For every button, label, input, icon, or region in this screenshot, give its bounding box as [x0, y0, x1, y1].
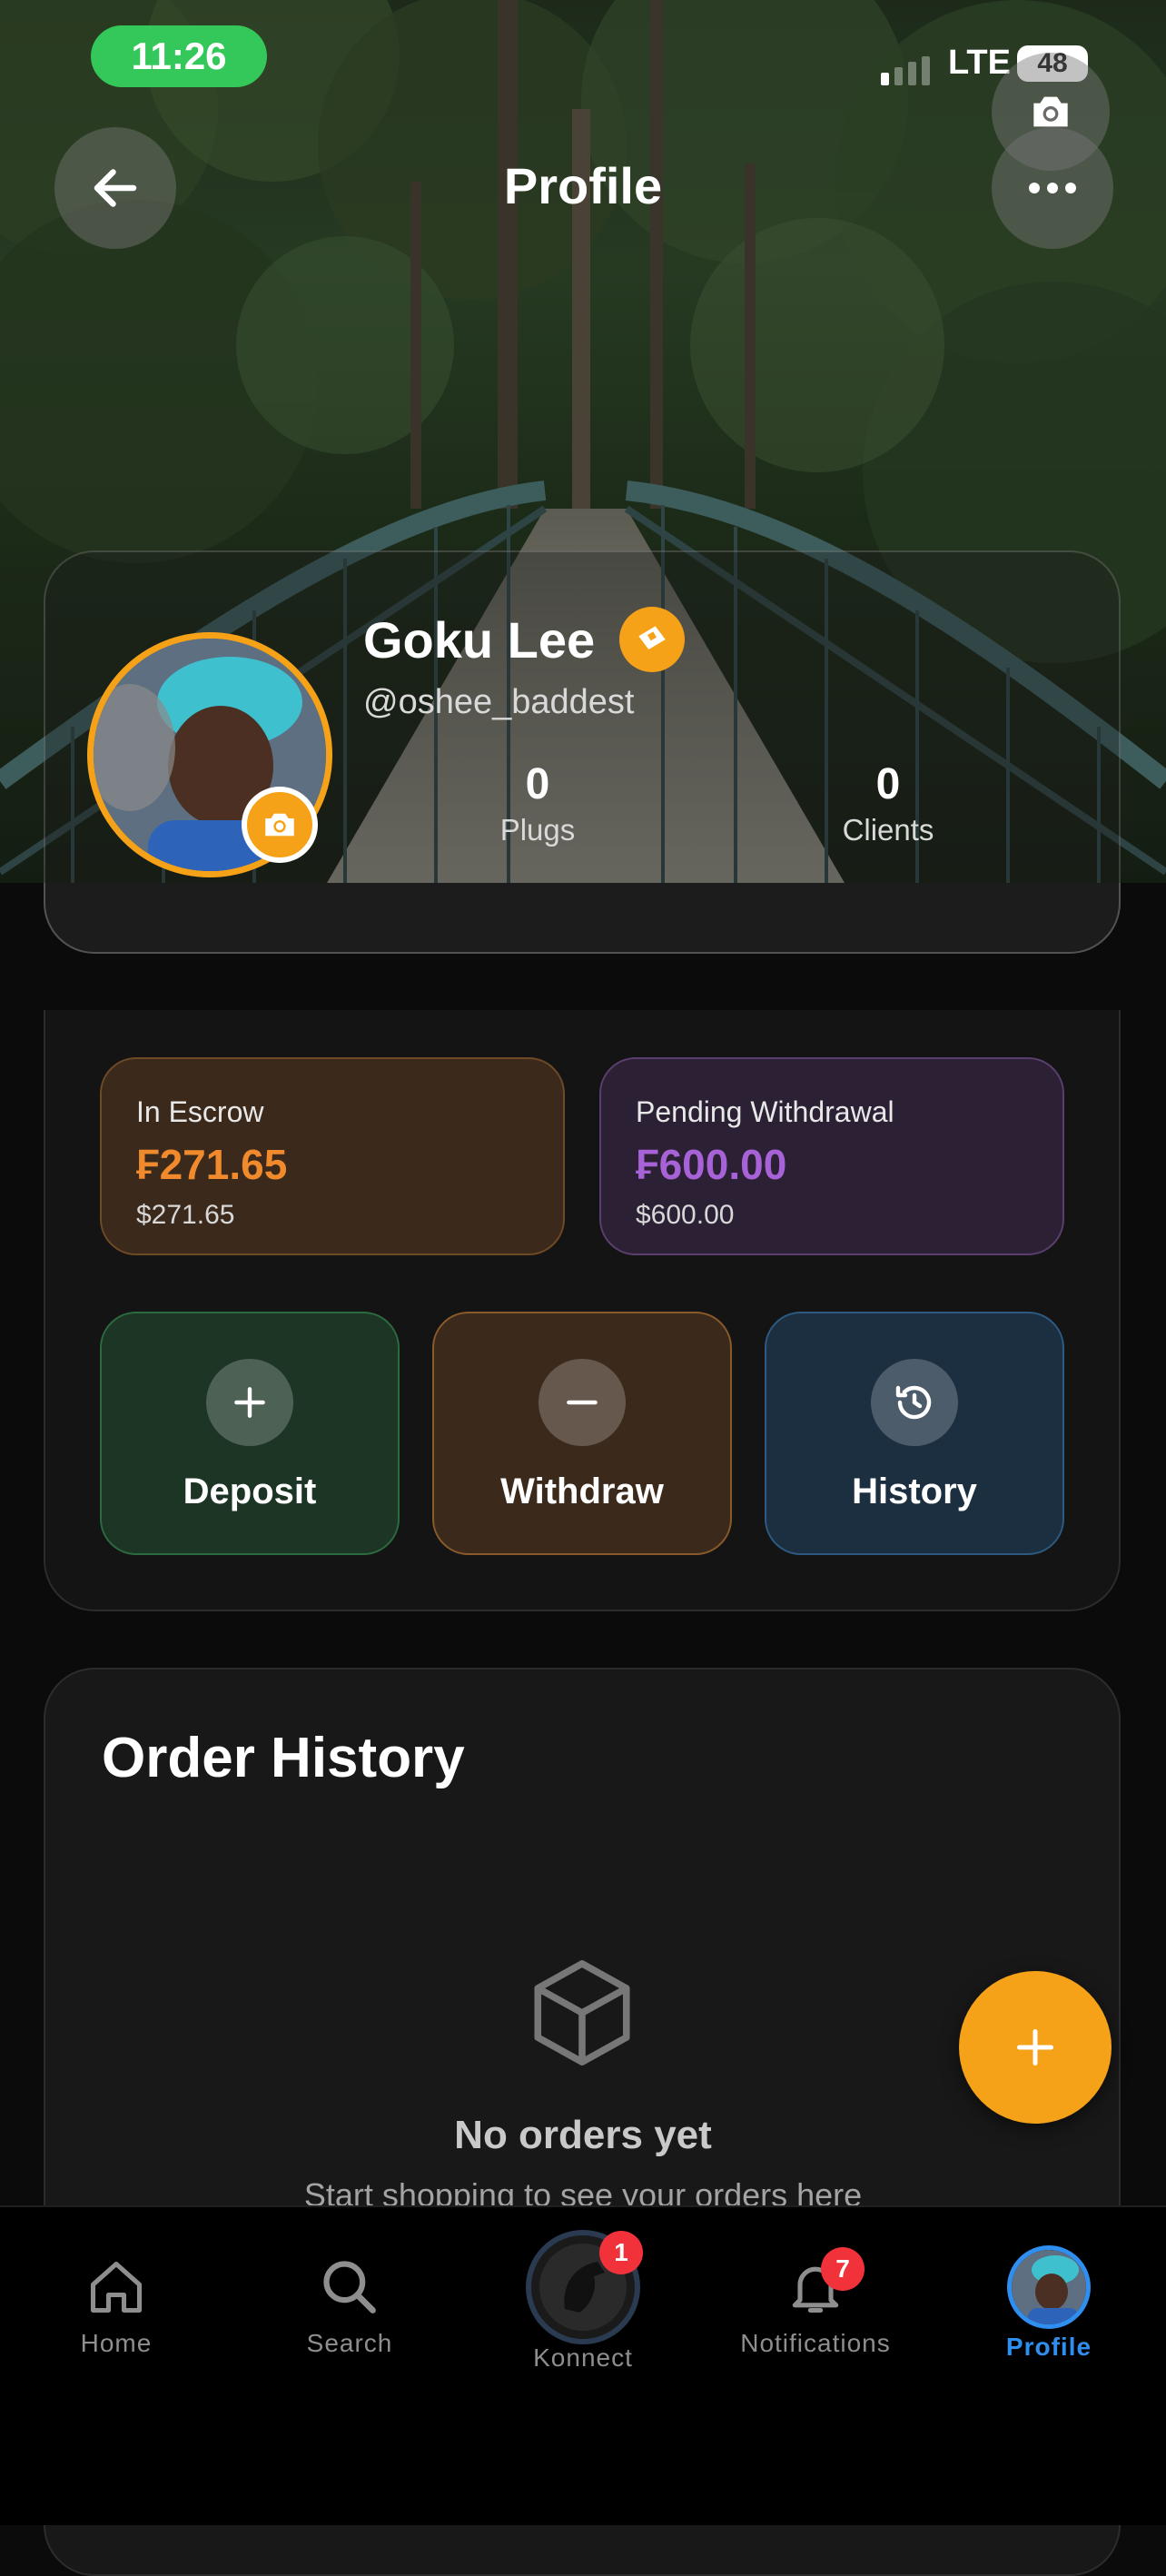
add-floating-button[interactable]	[959, 1971, 1112, 2124]
stat-plugs-value: 0	[525, 760, 550, 808]
tab-home-label: Home	[80, 2329, 153, 2357]
status-time: 11:26	[91, 25, 267, 87]
profile-tab-avatar	[1007, 2245, 1091, 2329]
stat-clients-label: Clients	[842, 813, 934, 847]
home-icon	[90, 2261, 143, 2313]
withdraw-label: Withdraw	[500, 1471, 664, 1511]
notifications-badge: 7	[821, 2247, 865, 2291]
box-icon	[534, 1960, 630, 2066]
pending-title: Pending Withdrawal	[636, 1095, 894, 1128]
pending-usd: $600.00	[636, 1200, 735, 1230]
pending-amount: ₣600.00	[636, 1141, 787, 1188]
search-icon	[323, 2261, 376, 2313]
stat-clients-value: 0	[875, 760, 901, 808]
order-history-title: Order History	[102, 1727, 465, 1789]
stat-clients[interactable]: 0 Clients	[797, 759, 979, 847]
tab-konnect-label: Konnect	[533, 2343, 633, 2372]
tab-profile[interactable]: Profile	[949, 2245, 1149, 2362]
history-button[interactable]: History	[765, 1312, 1064, 1555]
network-type: LTE	[948, 44, 1011, 82]
escrow-title: In Escrow	[136, 1095, 264, 1128]
withdraw-button[interactable]: Withdraw	[432, 1312, 732, 1555]
plus-icon	[1017, 2029, 1053, 2066]
more-icon	[1029, 183, 1076, 193]
more-options-button[interactable]	[992, 127, 1113, 249]
user-handle: @oshee_baddest	[363, 683, 635, 721]
signal-icon	[881, 56, 930, 85]
escrow-balance-card[interactable]: In Escrow ₣271.65 $271.65	[100, 1057, 565, 1255]
konnect-badge: 1	[599, 2231, 643, 2274]
tab-konnect[interactable]: Konnect	[483, 2230, 683, 2373]
empty-orders-title: No orders yet	[454, 2113, 712, 2157]
verified-icon	[638, 626, 666, 649]
tab-search[interactable]: Search	[250, 2256, 450, 2358]
tab-home[interactable]: Home	[16, 2256, 216, 2358]
escrow-usd: $271.65	[136, 1200, 235, 1230]
minus-icon	[539, 1359, 626, 1446]
change-avatar-button[interactable]	[242, 787, 318, 863]
tab-profile-label: Profile	[1005, 2333, 1092, 2361]
tab-search-label: Search	[306, 2329, 393, 2357]
stat-plugs-label: Plugs	[499, 813, 576, 847]
tab-notifications[interactable]: Notifications	[716, 2256, 915, 2358]
history-label: History	[852, 1471, 977, 1511]
deposit-button[interactable]: Deposit	[100, 1312, 400, 1555]
verified-badge[interactable]	[619, 607, 685, 672]
history-icon	[871, 1359, 958, 1446]
tab-notifications-label: Notifications	[740, 2329, 891, 2357]
camera-icon	[265, 813, 294, 837]
escrow-amount: ₣271.65	[136, 1141, 288, 1188]
user-name: Goku Lee	[363, 611, 596, 669]
stat-plugs[interactable]: 0 Plugs	[447, 759, 628, 847]
pending-withdrawal-card[interactable]: Pending Withdrawal ₣600.00 $600.00	[599, 1057, 1064, 1255]
deposit-label: Deposit	[183, 1471, 317, 1511]
plus-icon	[206, 1359, 293, 1446]
